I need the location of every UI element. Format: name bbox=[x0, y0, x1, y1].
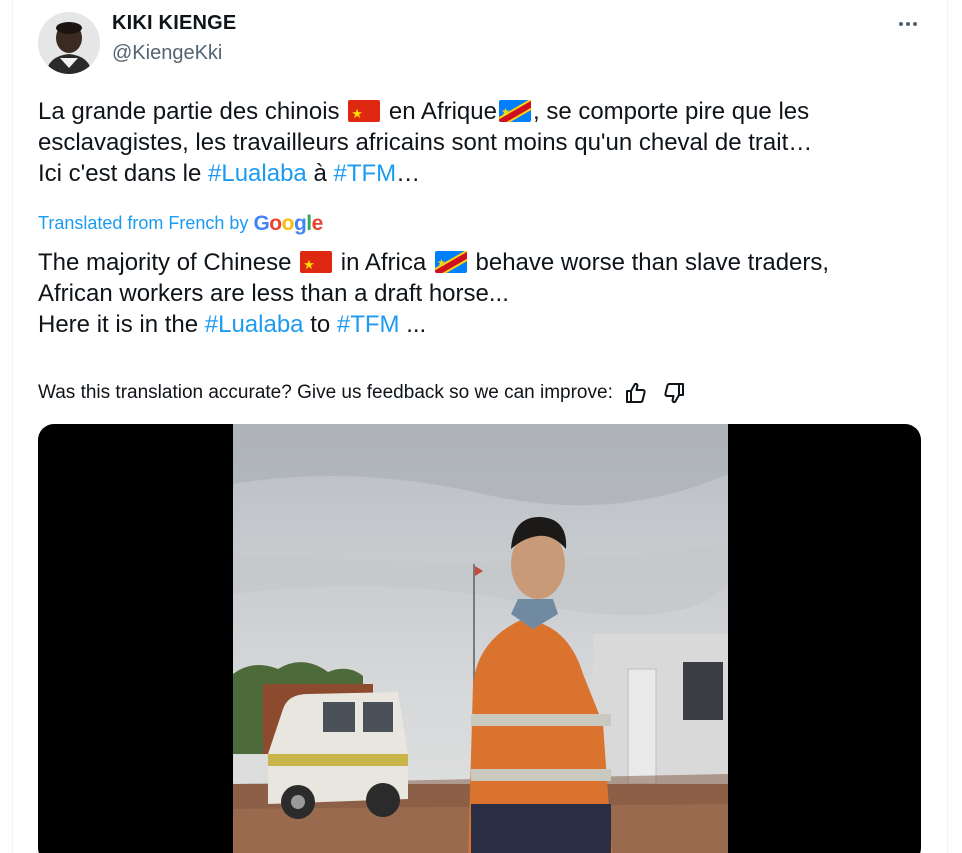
tweet-line-1: La grande partie des chinois en Afrique,… bbox=[38, 96, 938, 127]
truck-shape bbox=[268, 692, 408, 819]
translation-text-segment: Here it is in the bbox=[38, 311, 199, 338]
translation-line-2: African workers are less than a draft ho… bbox=[38, 280, 509, 307]
more-options-button[interactable] bbox=[890, 10, 926, 38]
google-logo: Google bbox=[253, 212, 324, 235]
tweet-text-segment: , se comporte pire que les bbox=[532, 98, 810, 125]
tweet-line-2: esclavagistes, les travailleurs africain… bbox=[38, 129, 813, 156]
translation-feedback: Was this translation accurate? Give us f… bbox=[38, 378, 689, 408]
translated-text: The majority of Chinese in Africa behave… bbox=[38, 247, 938, 340]
more-dots-icon bbox=[906, 22, 910, 26]
google-logo-letter: o bbox=[281, 212, 295, 235]
author-avatar[interactable] bbox=[38, 12, 100, 74]
translation-source-link[interactable]: Translated from French by Google bbox=[38, 212, 323, 236]
tweet-text-segment: … bbox=[396, 160, 421, 187]
tweet-text-segment: en Afrique bbox=[388, 98, 497, 125]
hashtag-link-lualaba[interactable]: #Lualaba bbox=[208, 160, 307, 187]
google-logo-letter: g bbox=[293, 212, 307, 235]
drc-flag-icon bbox=[498, 100, 531, 122]
thumbs-down-icon bbox=[664, 383, 684, 404]
thumbs-up-icon bbox=[625, 382, 646, 403]
feedback-question: Was this translation accurate? Give us f… bbox=[38, 382, 613, 403]
tweet-text-segment: à bbox=[313, 160, 327, 187]
tweet-text-segment: Ici c'est dans le bbox=[38, 160, 202, 187]
china-flag-icon bbox=[348, 100, 381, 122]
tweet-text: La grande partie des chinois en Afrique,… bbox=[38, 96, 938, 189]
translation-text-segment: to bbox=[310, 311, 331, 338]
thumbs-down-button[interactable] bbox=[659, 378, 689, 408]
translation-line-3: Here it is in the #Lualaba to #TFM ... bbox=[38, 309, 938, 340]
google-logo-letter: e bbox=[311, 212, 324, 235]
translation-text-segment: ... bbox=[406, 311, 427, 338]
translation-text-segment: behave worse than slave traders, bbox=[475, 249, 830, 276]
person-avatar-icon bbox=[38, 12, 100, 74]
google-logo-letter: o bbox=[269, 212, 282, 235]
translation-text-segment: in Africa bbox=[340, 249, 427, 276]
video-player[interactable] bbox=[38, 424, 921, 853]
more-dots-icon bbox=[913, 22, 917, 26]
tweet-line-3: Ici c'est dans le #Lualaba à #TFM… bbox=[38, 158, 938, 189]
translation-text-segment: The majority of Chinese bbox=[38, 249, 292, 276]
thumbs-up-button[interactable] bbox=[621, 378, 651, 408]
china-flag-icon bbox=[300, 251, 333, 273]
video-frame[interactable] bbox=[233, 424, 728, 853]
author-display-name[interactable]: KIKI KIENGE bbox=[112, 12, 236, 35]
video-thumbnail-image bbox=[233, 424, 728, 853]
more-dots-icon bbox=[899, 22, 903, 26]
hashtag-link-lualaba[interactable]: #Lualaba bbox=[205, 311, 304, 338]
translation-source-label: Translated from French by bbox=[38, 213, 249, 233]
drc-flag-icon bbox=[434, 251, 467, 273]
translation-line-1: The majority of Chinese in Africa behave… bbox=[38, 247, 938, 278]
hashtag-link-tfm[interactable]: #TFM bbox=[337, 311, 400, 338]
google-logo-letter: G bbox=[253, 212, 270, 235]
hashtag-link-tfm[interactable]: #TFM bbox=[333, 160, 396, 187]
author-handle[interactable]: @KiengeKki bbox=[112, 42, 222, 65]
tweet-text-segment: La grande partie des chinois bbox=[38, 98, 340, 125]
